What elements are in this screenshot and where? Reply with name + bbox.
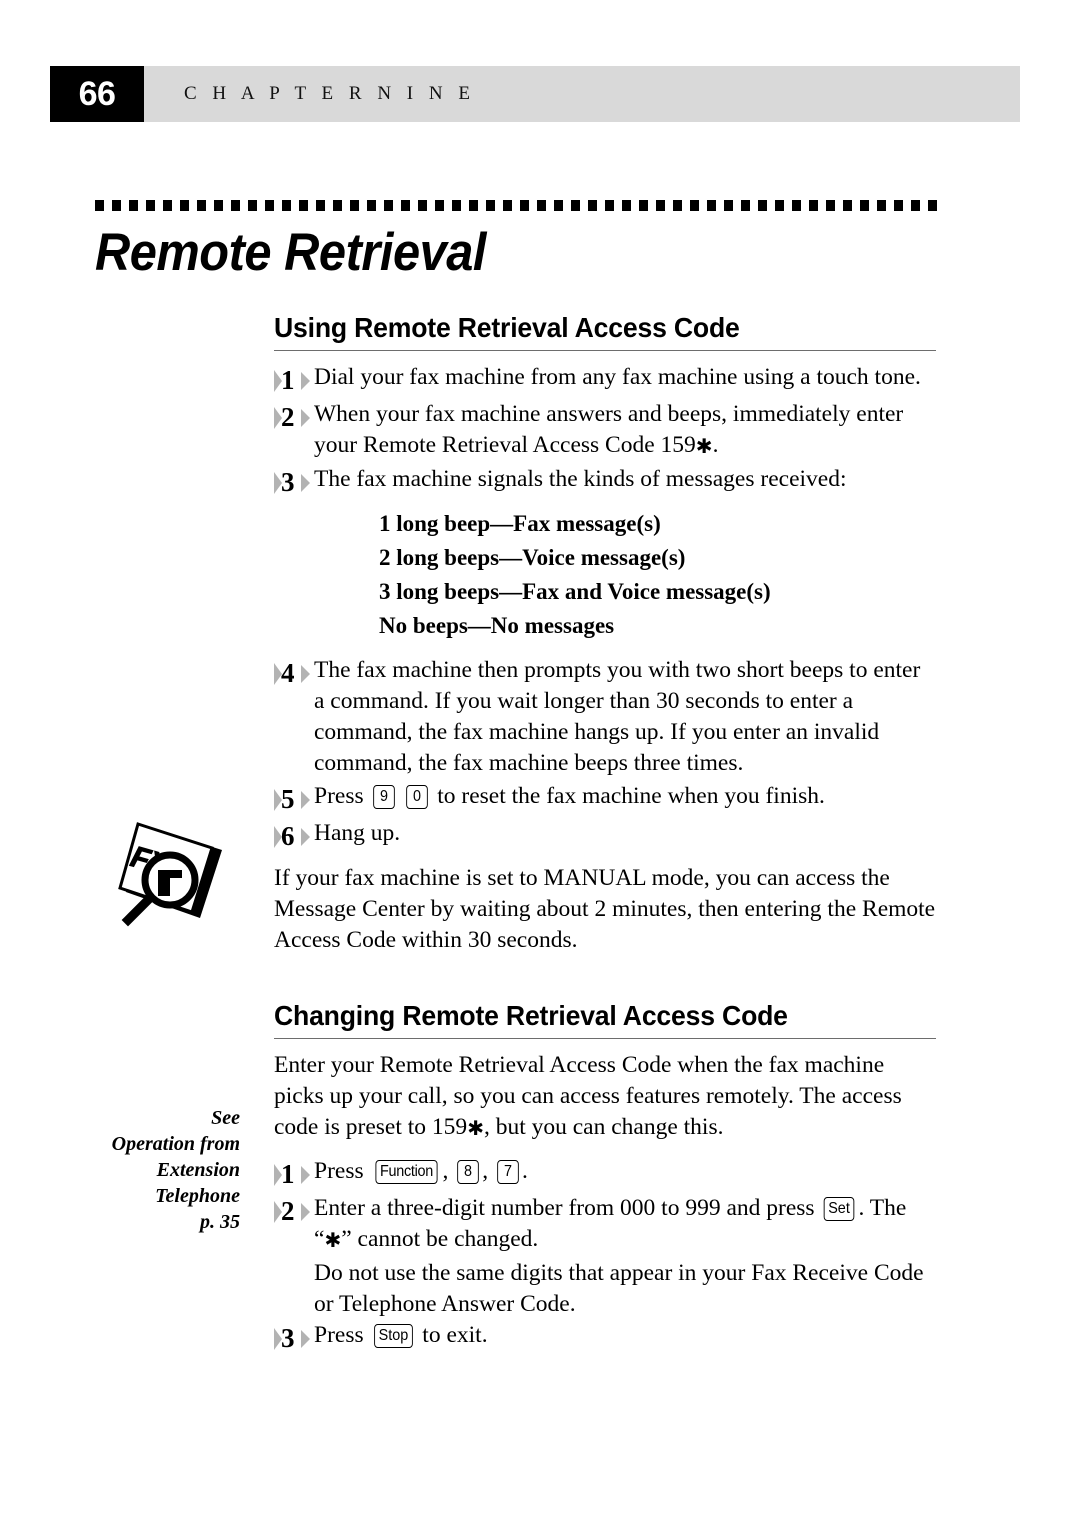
step-text-part: Press — [314, 1158, 364, 1184]
section-intro-paragraph: Enter your Remote Retrieval Access Code … — [274, 1050, 936, 1144]
step-text-part: ” cannot be changed. — [341, 1226, 539, 1252]
step-marker-icon: 5 — [274, 784, 314, 816]
step-text-part: Enter a three-digit number from 000 to 9… — [314, 1195, 815, 1221]
fyi-icon: FYI — [112, 818, 232, 933]
step-text-sep: , — [442, 1158, 449, 1184]
step-marker-icon: 3 — [274, 467, 314, 499]
asterisk-symbol: ✱ — [695, 434, 713, 458]
step-text: Enter a three-digit number from 000 to 9… — [314, 1193, 936, 1256]
step-text-sep: , — [482, 1158, 489, 1184]
step-item: 3 Press Stop to exit. — [274, 1320, 936, 1355]
step-text-part: . — [712, 432, 719, 458]
margin-note-line-2: Operation from — [111, 1133, 240, 1155]
step-marker-icon: 6 — [274, 821, 314, 853]
step-text: When your fax machine answers and beeps,… — [314, 399, 936, 462]
running-header: 66 C H A P T E R N I N E — [50, 66, 1020, 122]
key-9[interactable]: 9 — [372, 785, 395, 809]
step-item: 1 Press Function, 8, 7. — [274, 1156, 936, 1191]
key-set[interactable]: Set — [824, 1197, 855, 1221]
step-number: 1 — [281, 1159, 295, 1189]
step-marker-icon: 2 — [274, 1196, 314, 1228]
step-marker-icon: 4 — [274, 658, 314, 690]
section-heading-rule — [274, 1038, 936, 1039]
step-item: 2 Enter a three-digit number from 000 to… — [274, 1193, 936, 1256]
step-text: Press Function, 8, 7. — [314, 1156, 936, 1187]
step-text: The fax machine signals the kinds of mes… — [314, 466, 847, 492]
step-text: Press 9 0 to reset the fax machine when … — [314, 781, 936, 812]
key-8[interactable]: 8 — [457, 1160, 480, 1184]
intro-text-part: , but you can change this. — [483, 1114, 724, 1140]
chapter-title-block: Remote Retrieval — [95, 200, 955, 281]
asterisk-symbol: ✱ — [324, 1228, 342, 1252]
step-text: Press Stop to exit. — [314, 1320, 936, 1351]
beep-signal-list: 1 long beep—Fax message(s) 2 long beeps—… — [379, 507, 936, 643]
step-number: 2 — [281, 1196, 295, 1226]
section-heading: Using Remote Retrieval Access Code — [274, 312, 740, 343]
step-text-part: . — [521, 1158, 528, 1184]
page-number: 66 — [78, 74, 116, 113]
margin-note: See Operation from Extension Telephone p… — [60, 1105, 240, 1235]
step-number: 3 — [281, 1323, 295, 1353]
asterisk-symbol: ✱ — [467, 1116, 484, 1140]
key-7[interactable]: 7 — [497, 1160, 519, 1184]
step-marker-icon: 1 — [274, 365, 314, 397]
step-item: 1 Dial your fax machine from any fax mac… — [274, 362, 936, 397]
margin-note-line-3: Extension — [156, 1159, 240, 1181]
step-item: 4 The fax machine then prompts you with … — [274, 655, 936, 779]
section-heading-rule — [274, 350, 936, 351]
step-number: 2 — [281, 402, 295, 432]
margin-note-line-1: See — [211, 1107, 240, 1129]
page-title: Remote Retrieval — [95, 223, 487, 282]
page-number-box: 66 — [50, 66, 144, 122]
additional-note-paragraph: Do not use the same digits that appear i… — [314, 1260, 924, 1317]
list-item: 3 long beeps—Fax and Voice message(s) — [379, 579, 771, 604]
step-marker-icon: 1 — [274, 1159, 314, 1191]
step-text-part: Press — [314, 1322, 364, 1348]
section-using-remote-retrieval-access-code: Using Remote Retrieval Access Code 1 Dia… — [274, 312, 936, 956]
main-content: Using Remote Retrieval Access Code 1 Dia… — [274, 312, 936, 1357]
fyi-note-paragraph: If your fax machine is set to MANUAL mod… — [274, 865, 936, 953]
key-function[interactable]: Function — [374, 1160, 438, 1184]
step-number: 6 — [281, 821, 295, 851]
step-text-part: Press — [314, 783, 364, 809]
step-marker-icon: 2 — [274, 402, 314, 434]
step-item: 3 The fax machine signals the kinds of m… — [274, 464, 936, 499]
step-number: 5 — [281, 784, 295, 814]
section-changing-remote-retrieval-access-code: Changing Remote Retrieval Access Code En… — [274, 1000, 936, 1355]
list-item: 2 long beeps—Voice message(s) — [379, 545, 686, 570]
step-item: 2 When your fax machine answers and beep… — [274, 399, 936, 462]
step-number: 1 — [281, 365, 295, 395]
section-heading: Changing Remote Retrieval Access Code — [274, 1000, 788, 1031]
chapter-header-bar: C H A P T E R N I N E — [144, 66, 1020, 122]
chapter-label: C H A P T E R N I N E — [184, 83, 476, 104]
step-number: 4 — [281, 658, 295, 688]
step-text: Dial your fax machine from any fax machi… — [314, 364, 921, 390]
step-item: 5 Press 9 0 to reset the fax machine whe… — [274, 781, 936, 816]
step-text-part: to reset the fax machine when you finish… — [437, 783, 825, 809]
list-item: No beeps—No messages — [379, 613, 615, 638]
step-item: 6 Hang up. — [274, 818, 936, 853]
step-text: The fax machine then prompts you with tw… — [314, 657, 921, 776]
list-item: 1 long beep—Fax message(s) — [379, 511, 661, 536]
margin-note-line-5: p. 35 — [200, 1211, 240, 1233]
key-0[interactable]: 0 — [406, 785, 429, 809]
step-text-part: to exit. — [422, 1322, 488, 1348]
margin-note-line-4: Telephone — [155, 1185, 240, 1207]
step-text-part: When your fax machine answers and beeps,… — [314, 401, 904, 458]
step-number: 3 — [281, 467, 295, 497]
step-text: Hang up. — [314, 820, 401, 846]
step-marker-icon: 3 — [274, 1323, 314, 1355]
key-stop[interactable]: Stop — [373, 1324, 413, 1348]
dotted-rule-decoration — [95, 200, 940, 211]
